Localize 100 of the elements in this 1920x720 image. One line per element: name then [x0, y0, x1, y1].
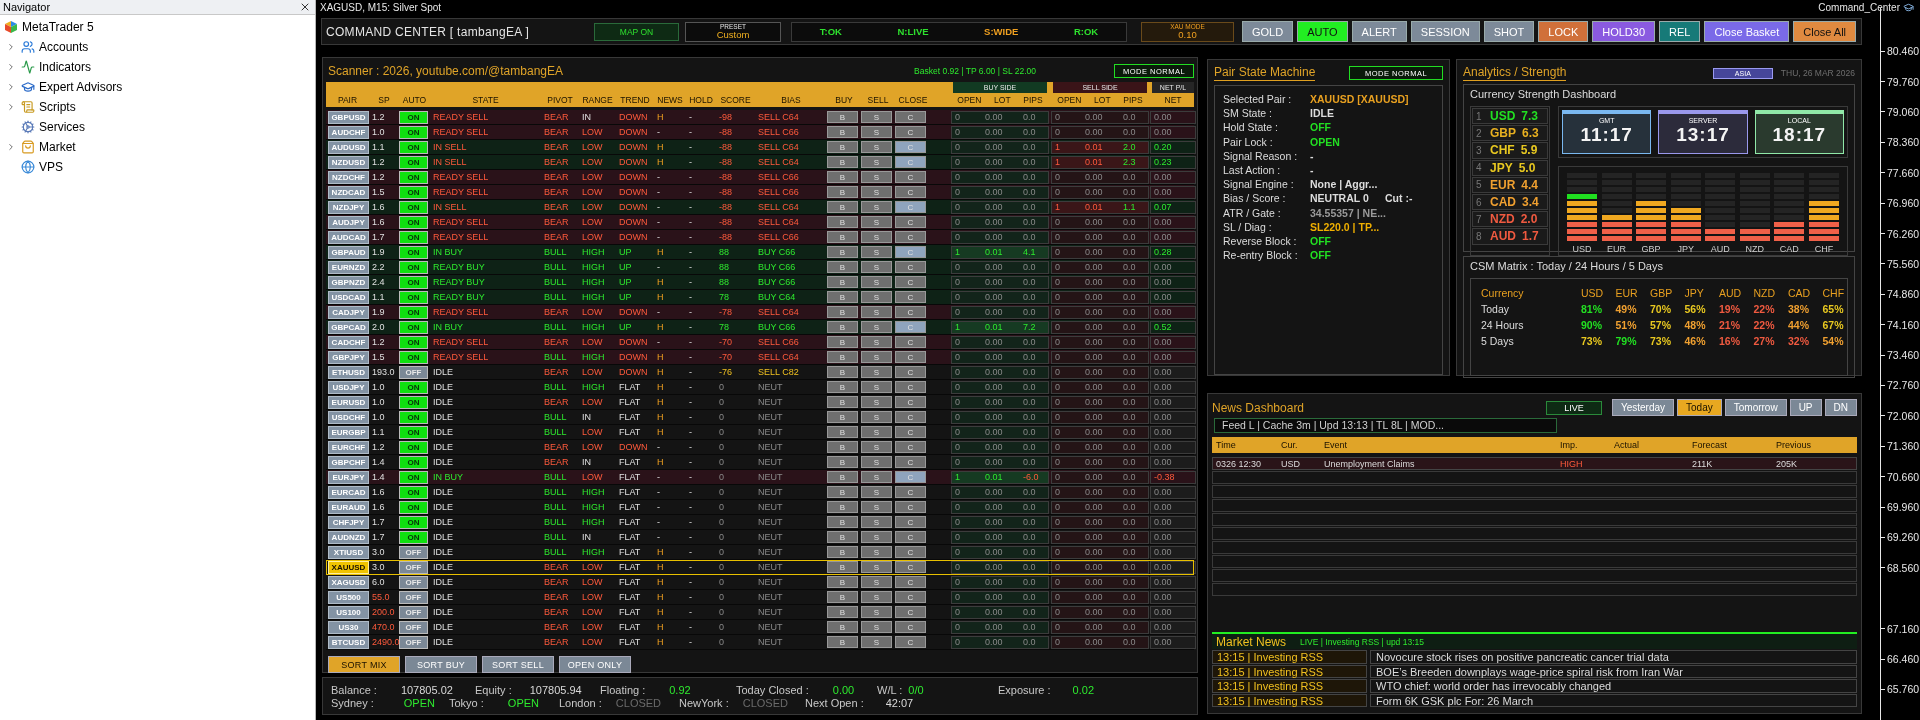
sell-button[interactable]: S	[861, 216, 892, 228]
pair-button[interactable]: BTCUSD	[328, 635, 369, 649]
pair-button[interactable]: NZDCHF	[328, 170, 369, 184]
close-button[interactable]: C	[895, 546, 926, 558]
scanner-row[interactable]: CADCHF 1.2 ON READY SELL BEAR LOW DOWN - - -70 SELL C66 B S C 0 0.00 0.0 0 0.00 0.0 0.00	[326, 335, 1194, 350]
sort-button[interactable]: SORT BUY	[405, 656, 477, 673]
scanner-row[interactable]: US100 200.0 OFF IDLE BEAR LOW FLAT H - 0 NEUT B S C 0 0.00 0.0 0 0.00 0.0 0.00	[326, 605, 1194, 620]
tree-item[interactable]: Scripts	[39, 100, 76, 114]
pair-button[interactable]: CADCHF	[328, 335, 369, 349]
buy-button[interactable]: B	[827, 441, 858, 453]
auto-toggle[interactable]: ON	[399, 530, 428, 544]
pair-button[interactable]: US100	[328, 605, 369, 619]
auto-toggle[interactable]: OFF	[399, 635, 428, 649]
buy-button[interactable]: B	[827, 126, 858, 138]
pair-button[interactable]: US500	[328, 590, 369, 604]
sell-button[interactable]: S	[861, 336, 892, 348]
sell-button[interactable]: S	[861, 306, 892, 318]
buy-button[interactable]: B	[827, 186, 858, 198]
sell-button[interactable]: S	[861, 456, 892, 468]
close-button[interactable]: C	[895, 576, 926, 588]
buy-button[interactable]: B	[827, 531, 858, 543]
close-button[interactable]: C	[895, 636, 926, 648]
sell-button[interactable]: S	[861, 246, 892, 258]
sell-button[interactable]: S	[861, 591, 892, 603]
pair-button[interactable]: USDCHF	[328, 410, 369, 424]
auto-toggle[interactable]: ON	[399, 455, 428, 469]
pair-button[interactable]: XTIUSD	[328, 545, 369, 559]
sell-button[interactable]: S	[861, 606, 892, 618]
close-button[interactable]: C	[895, 441, 926, 453]
auto-toggle[interactable]: ON	[399, 305, 428, 319]
scanner-row[interactable]: USDCAD 1.1 ON READY BUY BULL HIGH UP H - 78 BUY C64 B S C 0 0.00 0.0 0 0.00 0.0 0.00	[326, 290, 1194, 305]
sell-button[interactable]: S	[861, 186, 892, 198]
toolbar-button[interactable]: GOLD	[1242, 21, 1294, 42]
auto-toggle[interactable]: ON	[399, 350, 428, 364]
auto-toggle[interactable]: ON	[399, 425, 428, 439]
buy-button[interactable]: B	[827, 291, 858, 303]
toolbar-button[interactable]: Close Basket	[1704, 21, 1790, 42]
pair-button[interactable]: USDCAD	[328, 290, 369, 304]
news-headline[interactable]: Form 6K GSK plc For: 26 March	[1370, 693, 1857, 707]
pair-button[interactable]: NZDUSD	[328, 155, 369, 169]
sell-button[interactable]: S	[861, 231, 892, 243]
sell-button[interactable]: S	[861, 171, 892, 183]
news-headline[interactable]: WTO chief: world order has irrevocably changed	[1370, 679, 1857, 693]
auto-toggle[interactable]: OFF	[399, 590, 428, 604]
toolbar-button[interactable]: SESSION	[1410, 21, 1480, 42]
buy-button[interactable]: B	[827, 591, 858, 603]
close-button[interactable]: C	[895, 516, 926, 528]
auto-toggle[interactable]: OFF	[399, 620, 428, 634]
toolbar-button[interactable]: LOCK	[1538, 21, 1589, 42]
buy-button[interactable]: B	[827, 621, 858, 633]
scanner-row[interactable]: US30 470.0 OFF IDLE BEAR LOW FLAT H - 0 NEUT B S C 0 0.00 0.0 0 0.00 0.0 0.00	[326, 620, 1194, 635]
tree-item[interactable]: Accounts	[39, 40, 89, 54]
sell-button[interactable]: S	[861, 411, 892, 423]
buy-button[interactable]: B	[827, 261, 858, 273]
pair-button[interactable]: AUDCAD	[328, 230, 369, 244]
scanner-row[interactable]: GBPNZD 2.4 ON READY BUY BULL HIGH UP H - 88 BUY C66 B S C 0 0.00 0.0 0 0.00 0.0 0.00	[326, 275, 1194, 290]
pair-button[interactable]: NZDCAD	[328, 185, 369, 199]
scanner-row[interactable]: XTIUSD 3.0 OFF IDLE BULL HIGH FLAT H - 0 NEUT B S C 0 0.00 0.0 0 0.00 0.0 0.00	[326, 545, 1194, 560]
pair-button[interactable]: AUDJPY	[328, 215, 369, 229]
close-button[interactable]: C	[895, 306, 926, 318]
auto-toggle[interactable]: OFF	[399, 545, 428, 559]
buy-button[interactable]: B	[827, 546, 858, 558]
tree-item[interactable]: Indicators	[39, 60, 92, 74]
close-button[interactable]: C	[895, 336, 926, 348]
buy-button[interactable]: B	[827, 201, 858, 213]
toolbar-button[interactable]: AUTO	[1297, 21, 1348, 42]
close-button[interactable]: C	[895, 411, 926, 423]
sell-button[interactable]: S	[861, 546, 892, 558]
close-button[interactable]: C	[895, 591, 926, 603]
auto-toggle[interactable]: ON	[399, 140, 428, 154]
tree-item[interactable]: Services	[39, 120, 85, 134]
auto-toggle[interactable]: ON	[399, 170, 428, 184]
toolbar-button[interactable]: Close All	[1793, 21, 1857, 42]
buy-button[interactable]: B	[827, 216, 858, 228]
buy-button[interactable]: B	[827, 471, 858, 483]
toolbar-button[interactable]: HOLD30	[1592, 21, 1656, 42]
day-button[interactable]: Today	[1677, 399, 1722, 416]
pair-button[interactable]: EURUSD	[328, 395, 369, 409]
auto-toggle[interactable]: OFF	[399, 560, 428, 574]
buy-button[interactable]: B	[827, 486, 858, 498]
scanner-row[interactable]: NZDCAD 1.5 ON READY SELL BEAR LOW DOWN - - -88 SELL C66 B S C 0 0.00 0.0 0 0.00 0.0 0.00	[326, 185, 1194, 200]
sell-button[interactable]: S	[861, 531, 892, 543]
close-button[interactable]: C	[895, 606, 926, 618]
sell-button[interactable]: S	[861, 276, 892, 288]
sell-button[interactable]: S	[861, 366, 892, 378]
tree-item[interactable]: VPS	[39, 160, 63, 174]
buy-button[interactable]: B	[827, 246, 858, 258]
scanner-row[interactable]: CHFJPY 1.7 ON IDLE BULL HIGH FLAT - - 0 NEUT B S C 0 0.00 0.0 0 0.00 0.0 0.00	[326, 515, 1194, 530]
buy-button[interactable]: B	[827, 306, 858, 318]
sell-button[interactable]: S	[861, 396, 892, 408]
pair-button[interactable]: EURCHF	[328, 440, 369, 454]
pair-button[interactable]: AUDCHF	[328, 125, 369, 139]
scanner-row[interactable]: GBPCHF 1.4 ON IDLE BEAR IN FLAT H - 0 NEUT B S C 0 0.00 0.0 0 0.00 0.0 0.00	[326, 455, 1194, 470]
auto-toggle[interactable]: ON	[399, 470, 428, 484]
sell-button[interactable]: S	[861, 351, 892, 363]
buy-button[interactable]: B	[827, 336, 858, 348]
pair-button[interactable]: XAUUSD	[328, 560, 369, 574]
close-button[interactable]: C	[895, 291, 926, 303]
pair-button[interactable]: AUDNZD	[328, 530, 369, 544]
buy-button[interactable]: B	[827, 426, 858, 438]
